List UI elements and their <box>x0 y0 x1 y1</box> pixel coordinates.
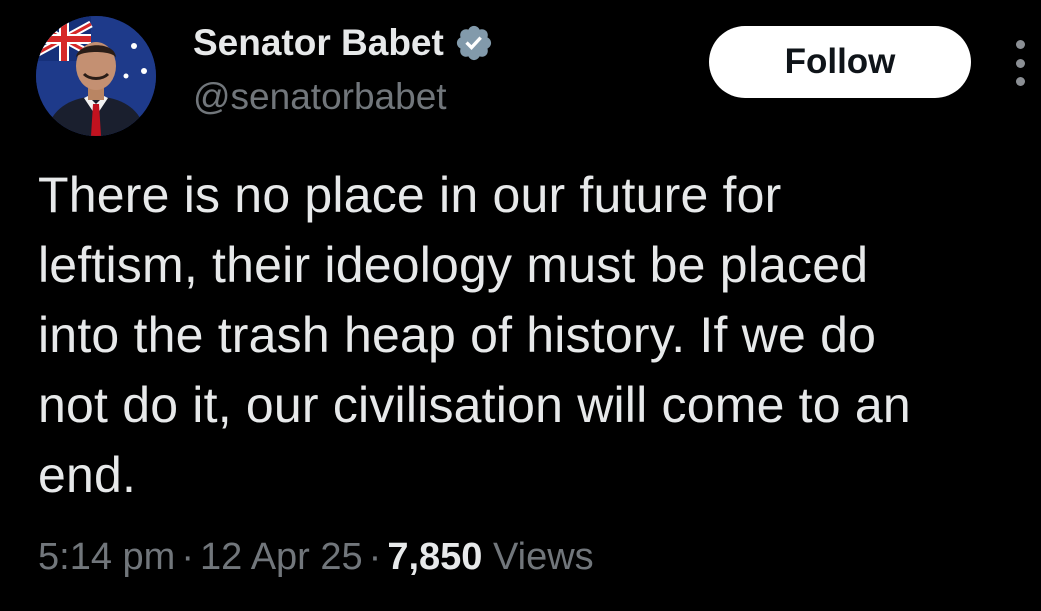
author-name-row: Senator Babet <box>193 20 494 66</box>
more-dot <box>1015 40 1025 49</box>
more-dot <box>1015 58 1025 68</box>
tweet-card: Senator Babet @senatorbabet Follow There… <box>0 0 1041 611</box>
views-label: Views <box>492 536 594 578</box>
avatar[interactable] <box>36 16 156 136</box>
tweet-meta: 5:14 pm · 12 Apr 25 · 7,850 Views <box>38 532 594 582</box>
tweet-time[interactable]: 5:14 pm <box>38 536 175 578</box>
meta-separator: · <box>368 536 382 578</box>
more-options-icon[interactable] <box>1006 40 1034 86</box>
views-count[interactable]: 7,850 <box>387 536 482 578</box>
tweet-date[interactable]: 12 Apr 25 <box>200 536 363 578</box>
tweet-text: There is no place in our future for left… <box>38 167 911 503</box>
verified-badge-icon <box>454 23 494 63</box>
meta-separator: · <box>181 536 194 578</box>
follow-button[interactable]: Follow <box>709 26 971 98</box>
more-dot <box>1015 77 1025 86</box>
avatar-image <box>36 16 156 136</box>
author-display-name[interactable]: Senator Babet <box>193 20 444 66</box>
author-handle[interactable]: @senatorbabet <box>193 74 447 120</box>
